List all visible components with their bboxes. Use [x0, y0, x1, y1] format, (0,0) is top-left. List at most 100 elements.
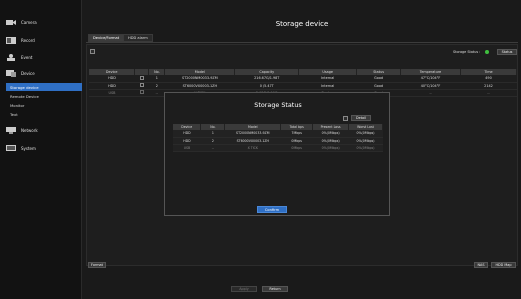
- nas-button-label: NAS: [477, 263, 485, 267]
- cell-device: HDD: [89, 82, 135, 90]
- cell-temperature: 40°C/104°F: [400, 82, 461, 90]
- cell-no: 2: [148, 82, 165, 90]
- table-row[interactable]: HDD 1 ST2000NM0033-9ZM 216.67G/1.98T Int…: [89, 75, 517, 83]
- sidebar-item-label: Record: [21, 37, 35, 43]
- cell-device: HDD: [173, 137, 201, 145]
- confirm-button[interactable]: Confirm: [257, 206, 287, 213]
- cell-worst-lost: 0%(0Mbps): [348, 130, 383, 138]
- tab-label: HDD alarm: [128, 36, 148, 40]
- event-icon: [6, 53, 16, 61]
- cell-present-loss: 0%(0Mbps): [312, 144, 349, 152]
- sidebar-item-event[interactable]: Event: [6, 51, 32, 63]
- cell-no: 2: [200, 137, 225, 145]
- system-icon: [6, 144, 16, 152]
- cell-total-bps: 0Mbps: [280, 144, 313, 152]
- sidebar-item-label: Device: [21, 70, 35, 76]
- cell-no: --: [148, 89, 165, 97]
- cell-time: 490: [460, 75, 517, 83]
- cell-capacity: 216.67G/1.98T: [234, 75, 299, 83]
- cell-capacity: 0 /5.47T: [234, 82, 299, 90]
- cell-model: ST6000VX0003-1ZH: [224, 137, 281, 145]
- dialog-title: Storage Status: [254, 101, 302, 109]
- camera-icon: [6, 19, 16, 26]
- cell-device: USB: [173, 144, 201, 152]
- cell-time: 2142: [460, 82, 517, 90]
- sidebar-item-device[interactable]: Device: [6, 67, 35, 79]
- popup-select-checkbox[interactable]: [343, 116, 348, 121]
- status-table: Device No. Model Total bps Present Loss …: [173, 124, 383, 152]
- sidebar-subitem-label: Remote Device: [10, 93, 39, 99]
- sidebar-subitem-storage-device[interactable]: Storage device: [6, 83, 82, 91]
- sidebar: Camera Record Event Device Storage devic…: [0, 0, 82, 299]
- cell-checkbox[interactable]: [134, 75, 149, 83]
- storage-status-label: Storage Status :: [453, 50, 481, 54]
- cell-worst-lost: 0%(0Mbps): [348, 137, 383, 145]
- status-indicator: [485, 50, 489, 54]
- tab-device-format[interactable]: Device/Format: [88, 34, 125, 42]
- status-button[interactable]: Status: [497, 49, 517, 55]
- sidebar-item-label: System: [21, 145, 36, 151]
- cell-device: HDD: [89, 75, 135, 83]
- cell-present-loss: 0%(0Mbps): [312, 137, 349, 145]
- cell-time: --: [460, 89, 517, 97]
- apply-button-label: Apply: [239, 287, 249, 291]
- cell-status: Good: [356, 75, 401, 83]
- cell-usage[interactable]: Internal: [298, 82, 357, 90]
- table-row: HDD 2 ST6000VX0003-1ZH 0Mbps 0%(0Mbps) 0…: [173, 137, 383, 145]
- hdd-map-button[interactable]: HDD Map: [491, 262, 516, 268]
- cell-device: HDD: [173, 130, 201, 138]
- hdd-map-button-label: HDD Map: [495, 263, 512, 267]
- cell-temperature: 47°C/104°F: [400, 75, 461, 83]
- format-button-label: Format: [91, 263, 103, 267]
- storage-status-dialog: Storage Status Detail Device No. Model T…: [164, 92, 390, 216]
- sidebar-item-label: Event: [21, 54, 33, 60]
- cell-worst-lost: 0%(0Mbps): [348, 144, 383, 152]
- cell-usage[interactable]: Internal: [298, 75, 357, 83]
- cell-model: ST2000NM0033-9ZM: [164, 75, 235, 83]
- sidebar-subitem-label: Text: [10, 111, 18, 117]
- tab-hdd-alarm[interactable]: HDD alarm: [123, 34, 153, 42]
- tab-divider: [86, 42, 518, 43]
- sidebar-item-network[interactable]: Network: [6, 124, 38, 136]
- sidebar-subitem-text[interactable]: Text: [8, 110, 80, 118]
- detail-button-label: Detail: [356, 116, 366, 120]
- cell-model: X TICK: [224, 144, 281, 152]
- sidebar-subitem-remote-device[interactable]: Remote Device: [8, 92, 80, 100]
- cell-no: 1: [148, 75, 165, 83]
- cell-temperature: --: [400, 89, 461, 97]
- cell-present-loss: 0%(0Mbps): [312, 130, 349, 138]
- cell-checkbox[interactable]: [134, 89, 149, 97]
- nas-button[interactable]: NAS: [474, 262, 488, 268]
- cell-no: --: [200, 144, 225, 152]
- cell-device: USB: [89, 89, 135, 97]
- cell-status: Good: [356, 82, 401, 90]
- detail-button[interactable]: Detail: [351, 115, 371, 121]
- sidebar-item-camera[interactable]: Camera: [6, 16, 37, 28]
- cell-total-bps: 0Mbps: [280, 137, 313, 145]
- page-title: Storage device: [275, 20, 329, 28]
- device-icon: [6, 69, 16, 77]
- apply-button[interactable]: Apply: [231, 286, 257, 292]
- table-row: USB -- X TICK 0Mbps 0%(0Mbps) 0%(0Mbps): [173, 144, 383, 152]
- cell-model: ST6000VX0003-1ZH: [164, 82, 235, 90]
- cell-model: ST2000NM0033-9ZM: [224, 130, 281, 138]
- sidebar-item-label: Network: [21, 127, 38, 133]
- record-icon: [6, 36, 16, 44]
- status-button-label: Status: [501, 50, 513, 54]
- sidebar-item-label: Camera: [21, 19, 37, 25]
- return-button[interactable]: Return: [262, 286, 288, 292]
- table-row: HDD 1 ST2000NM0033-9ZM 7Mbps 0%(0Mbps) 0…: [173, 130, 383, 138]
- table-row[interactable]: HDD 2 ST6000VX0003-1ZH 0 /5.47T Internal…: [89, 82, 517, 90]
- sidebar-subitem-label: Storage device: [10, 84, 39, 90]
- tab-label: Device/Format: [93, 36, 120, 40]
- network-icon: [6, 126, 16, 134]
- sidebar-item-record[interactable]: Record: [6, 34, 35, 46]
- cell-checkbox[interactable]: [134, 82, 149, 90]
- select-all-checkbox[interactable]: [90, 49, 95, 54]
- sidebar-subitem-monitor[interactable]: Monitor: [8, 101, 80, 109]
- return-button-label: Return: [269, 287, 281, 291]
- cell-no: 1: [200, 130, 225, 138]
- format-button[interactable]: Format: [88, 262, 106, 268]
- cell-total-bps: 7Mbps: [280, 130, 313, 138]
- sidebar-item-system[interactable]: System: [6, 142, 36, 154]
